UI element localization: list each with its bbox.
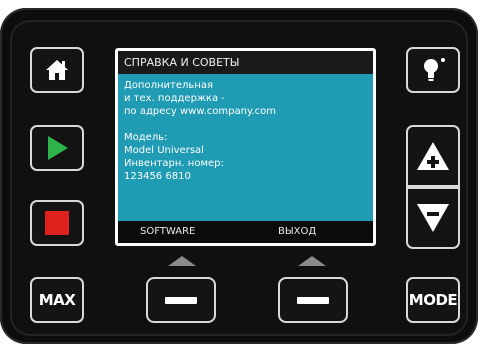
stop-button[interactable] [30,200,84,246]
softkey-left-bar-icon [165,296,197,304]
softkey-right-button[interactable] [278,277,348,323]
play-button[interactable] [30,125,84,171]
model-info: Модель: Model Universal Инвентарн. номер… [124,131,367,183]
screen-title: СПРАВКА И СОВЕТЫ [118,51,373,74]
model-line-3: Инвентарн. номер: [124,158,224,169]
play-icon [48,136,68,160]
softkey-bar: SOFTWARE ВЫХОД [118,221,373,243]
softkey-left-label: SOFTWARE [140,226,196,237]
home-icon [46,60,68,80]
softkey-right-bar-icon [297,296,329,304]
max-button-label: MAX [38,291,76,309]
model-line-4: 123456 6810 [124,171,191,182]
arrow-up-plus-icon [417,142,449,170]
support-info: Дополнительная и тех. поддержка - по адр… [124,79,367,118]
screen-body: Дополнительная и тех. поддержка - по адр… [118,74,373,221]
mode-button[interactable]: MODE [406,277,460,323]
support-line-2: и тех. поддержка - [124,93,225,104]
softkey-right-label: ВЫХОД [278,226,317,237]
stop-icon [45,211,69,235]
softkey-left-button[interactable] [146,277,216,323]
support-line-1: Дополнительная [124,80,213,91]
home-button[interactable] [30,47,84,93]
display-screen: СПРАВКА И СОВЕТЫ Дополнительная и тех. п… [115,48,376,246]
model-line-2: Model Universal [124,145,204,156]
softkey-right-indicator [298,256,326,266]
arrow-down-minus-icon [417,204,449,232]
lightbulb-icon [424,58,445,81]
increase-button[interactable] [406,125,460,187]
softkey-left-indicator [168,256,196,266]
max-button[interactable]: MAX [30,277,84,323]
support-line-3: по адресу www.company.com [124,106,276,117]
mode-button-label: MODE [408,291,458,309]
model-line-1: Модель: [124,132,168,143]
decrease-button[interactable] [406,187,460,249]
light-button[interactable] [406,47,460,93]
